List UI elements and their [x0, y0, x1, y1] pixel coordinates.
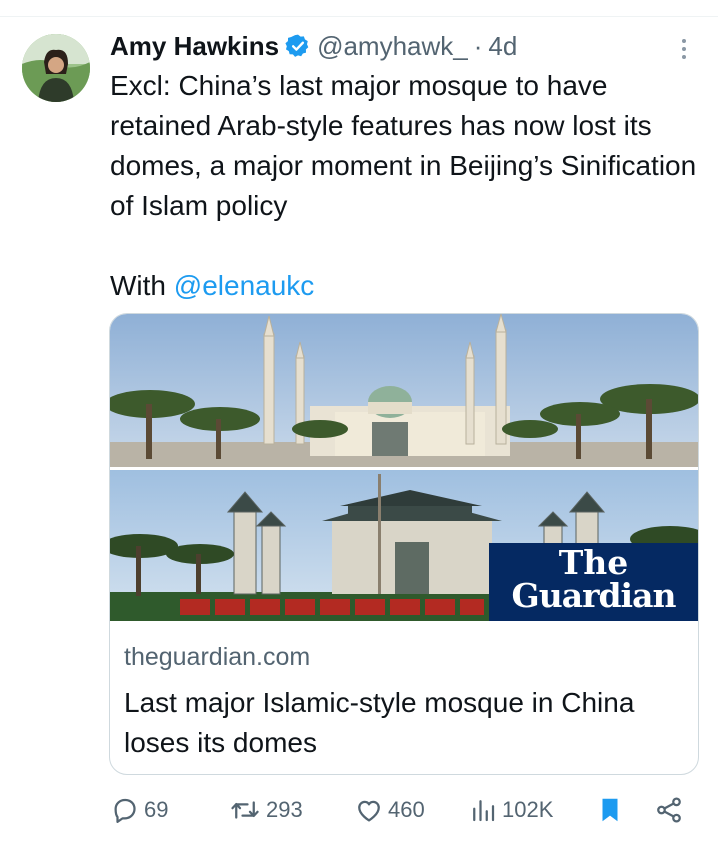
views-icon — [468, 795, 498, 825]
separator-dot: · — [473, 30, 483, 61]
with-prefix: With — [110, 270, 174, 301]
card-image[interactable]: The Guardian — [110, 314, 698, 621]
retweet-button[interactable]: 293 — [228, 788, 303, 832]
retweet-icon — [228, 795, 262, 825]
retweet-count: 293 — [266, 797, 303, 822]
tweet-time[interactable]: 4d — [488, 31, 517, 62]
card-domain: theguardian.com — [124, 643, 311, 671]
like-icon — [354, 795, 384, 825]
like-count: 460 — [388, 797, 425, 822]
bookmark-button[interactable] — [596, 788, 624, 832]
guardian-logo-line2: Guardian — [511, 576, 677, 615]
verified-badge-icon — [285, 33, 311, 59]
bookmark-icon — [596, 795, 624, 825]
tweet-header: Amy Hawkins @amyhawk_ · 4d — [110, 30, 517, 62]
card-title[interactable]: Last major Islamic-style mosque in China… — [124, 683, 684, 763]
views-count: 102K — [502, 797, 554, 822]
reply-button[interactable]: 69 — [110, 788, 168, 832]
action-bar: 69 293 460 102K — [110, 788, 700, 832]
tweet-text: Excl: China’s last major mosque to have … — [110, 70, 697, 221]
reply-icon — [110, 795, 140, 825]
views-button[interactable]: 102K — [468, 788, 553, 832]
share-button[interactable] — [654, 788, 684, 832]
with-line: With @elenaukc — [110, 266, 314, 306]
like-button[interactable]: 460 — [354, 788, 425, 832]
guardian-logo-line1: The — [558, 543, 629, 582]
avatar[interactable] — [22, 34, 90, 102]
guardian-logo: The Guardian — [489, 543, 698, 621]
more-icon[interactable] — [672, 34, 696, 64]
author-name[interactable]: Amy Hawkins — [110, 31, 279, 62]
author-handle[interactable]: @amyhawk_ — [317, 31, 468, 62]
top-divider — [0, 16, 718, 17]
share-icon — [654, 795, 684, 825]
mention-link[interactable]: @elenaukc — [174, 270, 315, 301]
reply-count: 69 — [144, 797, 169, 822]
link-card[interactable]: The Guardian theguardian.com Last major … — [109, 313, 699, 775]
